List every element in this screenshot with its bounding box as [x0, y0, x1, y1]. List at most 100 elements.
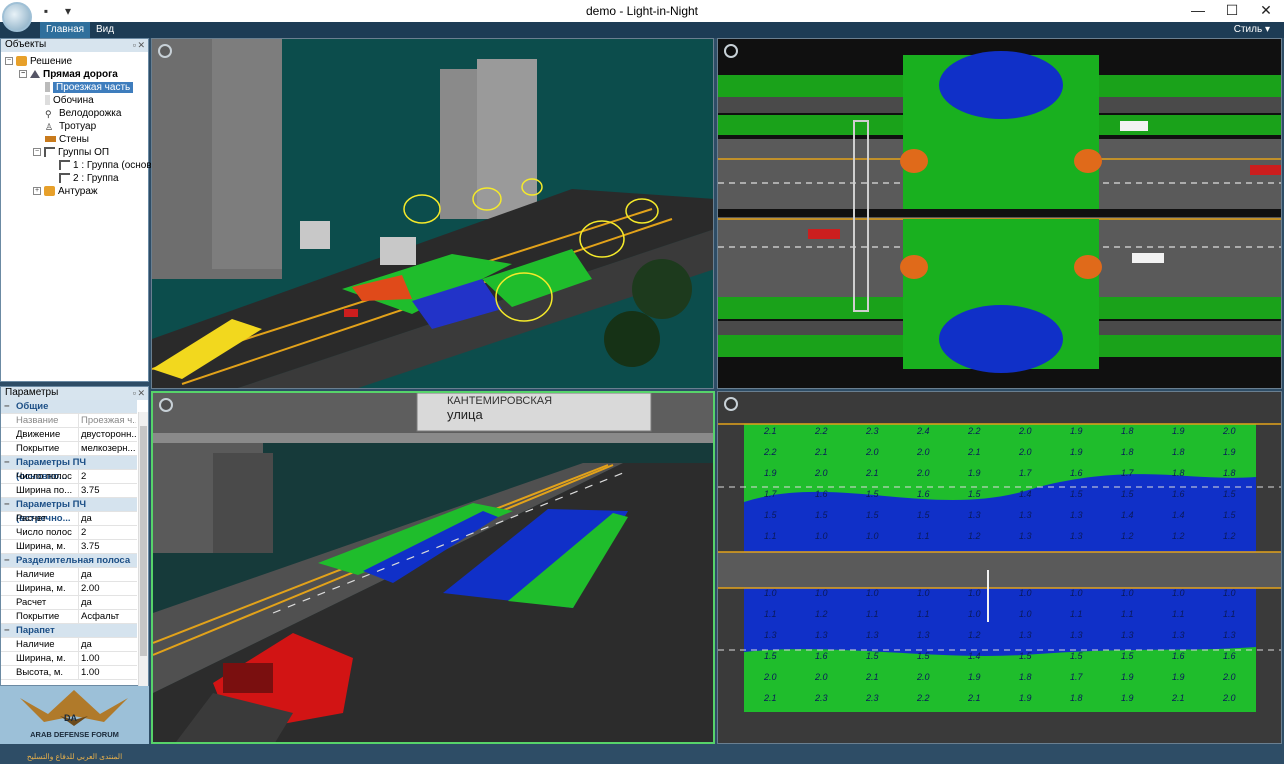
viewport-plan-top[interactable] [717, 38, 1282, 389]
illuminance-value: 1.4 [1019, 489, 1032, 499]
tree-label: Тротуар [59, 121, 97, 132]
prop-name[interactable]: Название Проезжая ч... [1, 414, 137, 428]
tree-node-walls[interactable]: Стены [45, 133, 89, 146]
tab-view[interactable]: Вид [90, 22, 120, 38]
prop-value[interactable]: да [78, 596, 136, 610]
prop-value[interactable]: Проезжая ч... [78, 414, 136, 428]
pin-icon[interactable]: ▫ [133, 387, 136, 399]
collapse-icon[interactable]: − [4, 498, 10, 512]
illuminance-value: 2.3 [866, 426, 879, 436]
illuminance-value: 1.3 [1121, 630, 1134, 640]
tree-node-light-groups[interactable]: − Группы ОП [33, 146, 109, 159]
illuminance-value: 1.3 [1019, 630, 1032, 640]
tree-node-road[interactable]: − Прямая дорога [19, 68, 118, 81]
group-general[interactable]: − Общие [1, 400, 137, 414]
collapse-icon[interactable]: − [5, 57, 13, 66]
app-logo-icon[interactable] [2, 2, 32, 32]
illuminance-value: 2.2 [968, 426, 981, 436]
prop-lane-width[interactable]: Ширина по... 3.75 [1, 484, 137, 498]
style-menu[interactable]: Стиль ▾ [1234, 24, 1270, 35]
prop-width[interactable]: Ширина, м. 2.00 [1, 582, 137, 596]
prop-value[interactable]: 3.75 [78, 484, 136, 498]
light-pole-icon [59, 160, 70, 171]
prop-height[interactable]: Высота, м. 1.00 [1, 666, 137, 680]
close-icon[interactable]: ✕ [137, 39, 145, 51]
illuminance-value: 1.5 [1070, 489, 1083, 499]
collapse-icon[interactable]: − [33, 148, 41, 157]
viewport-isolux-grid[interactable]: 2.1 2.2 2.3 2.4 2.2 2.0 1.9 1.8 1.9 2.0 2.2 2.1 2.0 2… [717, 391, 1282, 744]
illuminance-value: 1.9 [968, 672, 981, 682]
prop-label: Наличие [16, 569, 55, 580]
collapse-icon[interactable]: − [4, 456, 10, 470]
tree-node-group-2[interactable]: 2 : Группа [59, 172, 119, 185]
prop-value[interactable]: мелкозерн... [78, 442, 136, 456]
prop-value[interactable]: 1.00 [78, 652, 136, 666]
illuminance-value: 1.8 [1070, 693, 1083, 703]
tree-node-roadway[interactable]: Проезжая часть [45, 81, 134, 94]
illuminance-value: 1.1 [1121, 609, 1134, 619]
illuminance-value: 1.3 [917, 630, 930, 640]
collapse-icon[interactable]: − [4, 624, 10, 638]
illuminance-value: 1.3 [968, 510, 981, 520]
prop-value[interactable]: да [78, 512, 136, 526]
settings-gear-icon[interactable] [724, 44, 738, 58]
prop-value[interactable]: 2.00 [78, 582, 136, 596]
prop-value[interactable]: 2 [78, 470, 136, 484]
prop-movement[interactable]: Движение двусторонн... [1, 428, 137, 442]
illuminance-value: 1.6 [815, 489, 828, 499]
settings-gear-icon[interactable] [158, 44, 172, 58]
params-scrollbar[interactable] [138, 412, 148, 690]
tree-label: 2 : Группа [73, 173, 119, 184]
prop-value[interactable]: да [78, 568, 136, 582]
prop-lanes[interactable]: Число полос 2 [1, 526, 137, 540]
illuminance-value: 1.1 [1070, 609, 1083, 619]
settings-gear-icon[interactable] [724, 397, 738, 411]
settings-gear-icon[interactable] [159, 398, 173, 412]
close-icon[interactable]: ✕ [137, 387, 145, 399]
scene-isolux-grid [718, 392, 1281, 743]
tree-node-group-1[interactable]: 1 : Группа (основ [59, 159, 152, 172]
prop-value[interactable]: Асфальт [78, 610, 136, 624]
tab-home[interactable]: Главная [40, 22, 91, 38]
illuminance-value: 1.5 [968, 489, 981, 499]
group-main-roadway[interactable]: − Параметры ПЧ (основно... [1, 456, 137, 482]
group-parapet[interactable]: − Парапет [1, 624, 137, 638]
params-panel-header: Параметры ▫ ✕ [1, 387, 148, 400]
params-panel-title: Параметры [5, 387, 59, 398]
prop-calc[interactable]: Расчет да [1, 512, 137, 526]
prop-presence[interactable]: Наличие да [1, 568, 137, 582]
viewport-driver-view[interactable]: КАНТЕМИРОВСКАЯ улица [151, 391, 715, 744]
prop-lanes[interactable]: Число полос 2 [1, 470, 137, 484]
prop-value[interactable]: двусторонн... [78, 428, 136, 442]
scrollbar-thumb[interactable] [140, 426, 147, 656]
tree-node-sidewalk[interactable]: ♙ Тротуар [45, 120, 96, 133]
expand-icon[interactable]: + [33, 187, 41, 196]
illuminance-value: 1.4 [1121, 510, 1134, 520]
prop-value[interactable]: 1.00 [78, 666, 136, 680]
prop-lane-width[interactable]: Ширина, м. 3.75 [1, 540, 137, 554]
prop-value[interactable]: 3.75 [78, 540, 136, 554]
group-oncoming-roadway[interactable]: − Параметры ПЧ (встречно... [1, 498, 137, 524]
close-button[interactable]: ✕ [1246, 0, 1284, 22]
pin-icon[interactable]: ▫ [133, 39, 136, 51]
illuminance-value: 1.3 [1070, 630, 1083, 640]
tree-node-bike-lane[interactable]: ⚲ Велодорожка [45, 107, 121, 120]
illuminance-value: 1.1 [917, 531, 930, 541]
tree-node-shoulder[interactable]: Обочина [45, 94, 94, 107]
forum-logo: DA ARAB DEFENSE FORUM [0, 686, 149, 744]
prop-value[interactable]: да [78, 638, 136, 652]
prop-value[interactable]: 2 [78, 526, 136, 540]
prop-width[interactable]: Ширина, м. 1.00 [1, 652, 137, 666]
prop-calc[interactable]: Расчет да [1, 596, 137, 610]
collapse-icon[interactable]: − [4, 554, 10, 568]
prop-surface[interactable]: Покрытие Асфальт [1, 610, 137, 624]
prop-presence[interactable]: Наличие да [1, 638, 137, 652]
collapse-icon[interactable]: − [4, 400, 10, 414]
tree-node-solution[interactable]: − Решение [5, 55, 72, 68]
viewport-3d-overview[interactable] [151, 38, 714, 389]
group-divider[interactable]: − Разделительная полоса [1, 554, 137, 568]
collapse-icon[interactable]: − [19, 70, 27, 79]
prop-surface[interactable]: Покрытие мелкозерн... [1, 442, 137, 456]
illuminance-value: 1.3 [764, 630, 777, 640]
tree-node-surroundings[interactable]: + Антураж [33, 185, 98, 198]
